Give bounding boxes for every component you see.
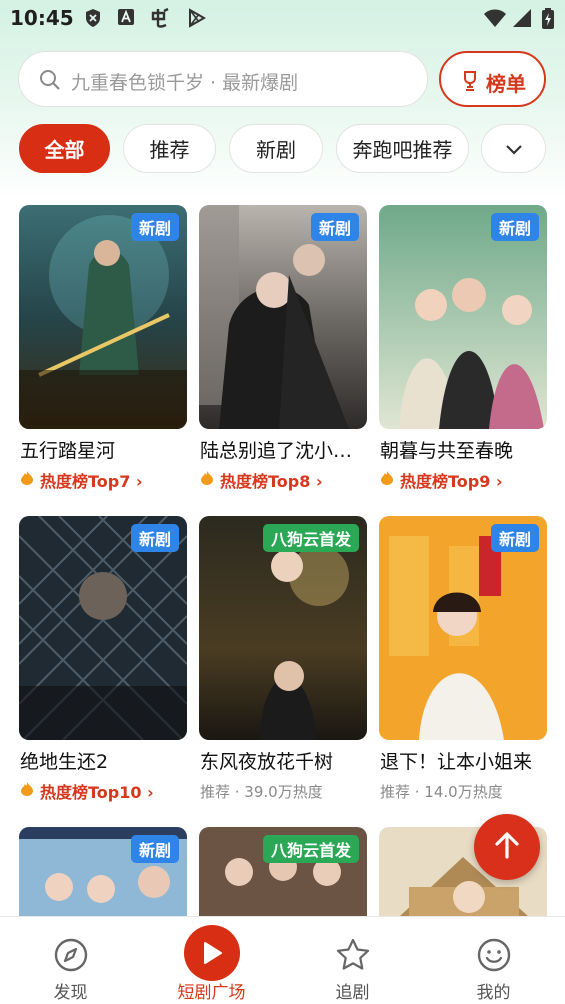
drama-meta: 推荐 · 39.0万热度 [200,780,323,802]
status-time: 10:45 [10,6,74,30]
nav-item-mine[interactable]: 我的 [423,917,564,1004]
drama-poster[interactable]: 新剧 [199,205,367,429]
drama-poster[interactable]: 新剧 [379,205,547,429]
new-badge: 新剧 [130,524,179,552]
drama-title: 朝暮与共至春晚 [380,440,514,462]
translate-a-icon [117,8,137,28]
nav-item-drama-square[interactable]: 短剧广场 [141,917,282,1004]
drama-meta: 热度榜Top8 › [200,469,323,491]
play-store-icon [187,8,207,28]
popularity-text: 推荐 · 39.0万热度 [200,782,323,801]
drama-meta: 热度榜Top10 › [20,780,154,802]
nav-label: 追剧 [335,983,370,1003]
search-input[interactable]: 九重春色锁千岁 · 最新爆剧 [18,51,428,107]
arrow-up-icon [494,831,520,863]
chevron-down-icon [504,137,524,161]
battery-icon [541,8,555,29]
scroll-to-top-button[interactable] [474,814,540,880]
wifi-icon [483,8,507,28]
cellular-signal-icon [512,8,532,28]
hot-rank-link[interactable]: 热度榜Top10 › [40,779,154,803]
new-badge: 新剧 [130,213,179,241]
drama-poster[interactable]: 新剧 [19,205,187,429]
new-badge: 新剧 [490,524,539,552]
drama-title: 绝地生还2 [20,751,109,773]
app-notification-icon [150,7,170,28]
drama-title: 陆总别追了沈小姐... [200,440,368,462]
hot-rank-link[interactable]: 热度榜Top9 › [400,468,503,492]
search-placeholder: 九重春色锁千岁 · 最新爆剧 [71,72,299,94]
play-icon [184,925,240,981]
drama-poster[interactable]: 新剧 [379,516,547,740]
drama-meta: 推荐 · 14.0万热度 [380,780,503,802]
smile-icon [476,937,512,977]
compass-icon [53,937,89,977]
ranking-button[interactable]: 榜单 [439,51,546,107]
popularity-text: 推荐 · 14.0万热度 [380,782,503,801]
tab-recommend[interactable]: 推荐 [123,124,216,173]
fire-icon [200,470,214,490]
tab-running-man[interactable]: 奔跑吧推荐 [336,124,469,173]
tab-new[interactable]: 新剧 [229,124,323,173]
star-icon [335,937,371,977]
nav-item-follow[interactable]: 追剧 [282,917,423,1004]
bottom-navigation: 发现 短剧广场 追剧 我的 [0,916,565,1004]
fire-icon [20,470,34,490]
tab-expand-button[interactable] [481,124,546,173]
nav-label: 短剧广场 [177,983,246,1003]
fire-icon [380,470,394,490]
nav-item-discover[interactable]: 发现 [0,917,141,1004]
drama-poster[interactable]: 新剧 [19,516,187,740]
fire-icon [20,781,34,801]
drama-poster[interactable]: 八狗云首发 [199,516,367,740]
new-badge: 新剧 [490,213,539,241]
premiere-badge: 八狗云首发 [262,524,359,552]
tab-all[interactable]: 全部 [19,124,110,173]
new-badge: 新剧 [130,835,179,863]
hot-rank-link[interactable]: 热度榜Top8 › [220,468,323,492]
drama-title: 退下！让本小姐来 [380,751,533,773]
trophy-icon [459,70,481,96]
status-bar: 10:45 [0,0,565,38]
new-badge: 新剧 [310,213,359,241]
drama-title: 东风夜放花千树 [200,751,334,773]
premiere-badge: 八狗云首发 [262,835,359,863]
hot-rank-link[interactable]: 热度榜Top7 › [40,468,143,492]
ranking-label: 榜单 [486,72,526,96]
nav-label: 发现 [53,983,88,1003]
drama-meta: 热度榜Top7 › [20,469,143,491]
nav-label: 我的 [476,983,511,1003]
search-icon [39,69,61,95]
drama-meta: 热度榜Top9 › [380,469,503,491]
shield-icon [84,8,104,28]
drama-title: 五行踏星河 [20,440,116,462]
